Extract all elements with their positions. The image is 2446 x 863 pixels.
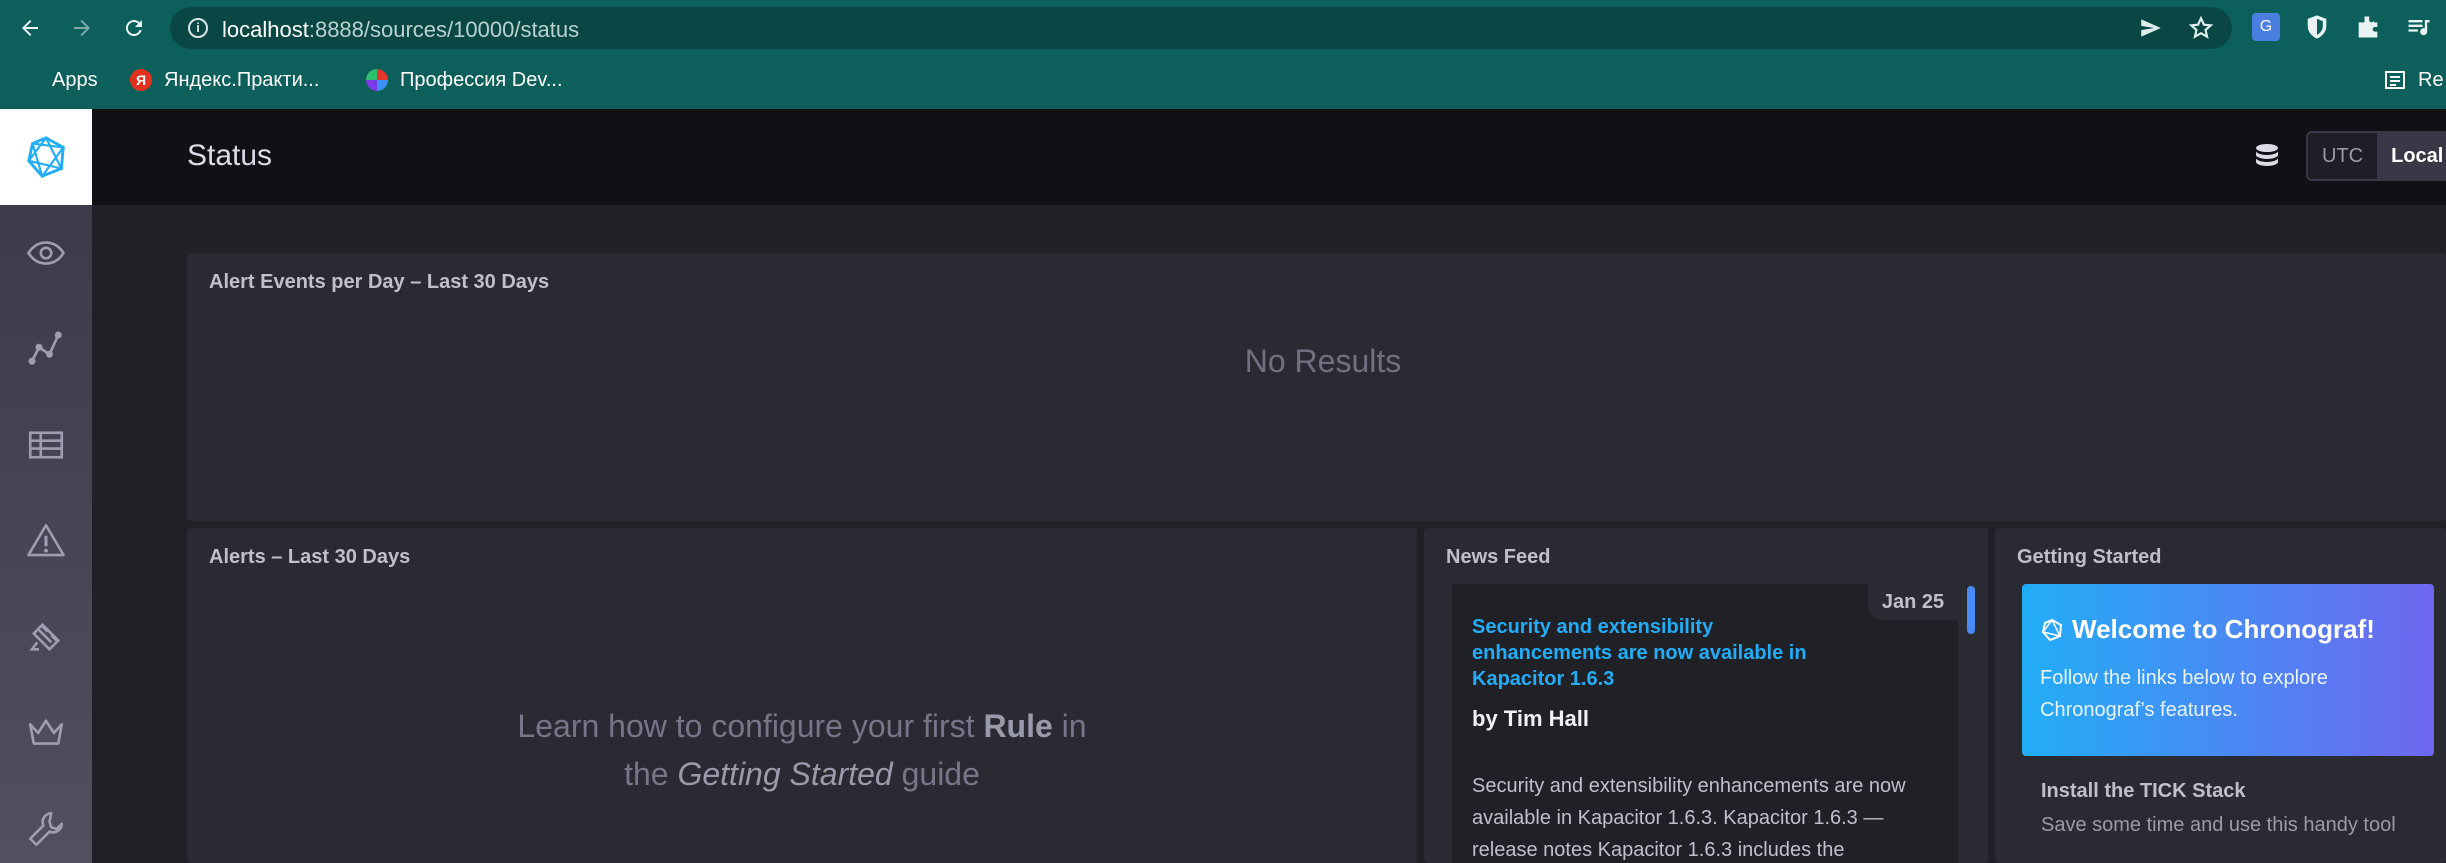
reading-list[interactable]: Re [2384, 66, 2444, 94]
address-bar[interactable]: i localhost:8888/sources/10000/status [170, 7, 2232, 49]
sidebar-item-alerting[interactable] [0, 493, 92, 589]
bookmark-label: Профессия Dev... [400, 68, 563, 91]
timezone-toggle: UTC Local [2306, 131, 2446, 181]
no-results-text: No Results [1244, 343, 1402, 379]
sidebar-item-host-list[interactable] [0, 205, 92, 301]
welcome-card: Welcome to Chronograf! Follow the links … [2022, 584, 2434, 756]
chronograf-logo-icon [26, 135, 66, 179]
welcome-title: Welcome to Chronograf! [2072, 614, 2375, 644]
profession-dev-icon [366, 69, 388, 91]
sidebar-item-configuration[interactable] [0, 781, 92, 863]
bookmark-professiya-dev[interactable]: Профессия Dev... [366, 66, 563, 94]
alerts-panel: Alerts – Last 30 Days Learn how to confi… [187, 528, 1417, 863]
news-item[interactable]: Jan 25 Security and extensibility enhanc… [1452, 584, 1958, 863]
alert-events-panel: Alert Events per Day – Last 30 Days No R… [187, 253, 2446, 521]
star-icon[interactable] [2188, 15, 2214, 41]
crown-icon [28, 719, 64, 745]
sidebar-item-log-viewer[interactable] [0, 589, 92, 685]
reading-list-label: Re [2418, 68, 2444, 91]
news-headline-link[interactable]: Security and extensibility enhancements … [1472, 614, 1852, 692]
database-icon[interactable] [2252, 142, 2282, 172]
arrow-right-icon [74, 20, 90, 36]
shield-extension-icon[interactable] [2303, 13, 2331, 41]
timezone-utc-button[interactable]: UTC [2308, 133, 2378, 179]
media-queue-icon[interactable] [2405, 13, 2433, 41]
arrow-left-icon [22, 20, 38, 36]
reload-icon [125, 20, 142, 37]
reading-list-icon [2384, 69, 2406, 91]
send-icon[interactable] [2138, 15, 2164, 41]
panel-title: Getting Started [2017, 546, 2162, 568]
bookmark-apps[interactable]: Apps [18, 66, 98, 94]
news-feed-panel: News Feed Jan 25 Security and extensibil… [1424, 528, 1988, 863]
news-body: Security and extensibility enhancements … [1472, 775, 1906, 861]
install-tick-stack-link[interactable]: Install the TICK Stack [2041, 780, 2246, 803]
graph-icon [28, 331, 62, 365]
back-button[interactable] [14, 12, 46, 44]
getting-started-panel: Getting Started Welcome to Chronograf! F… [1995, 528, 2446, 863]
timezone-local-button[interactable]: Local [2377, 133, 2446, 179]
alert-triangle-icon [27, 523, 65, 557]
reload-button[interactable] [118, 12, 150, 44]
welcome-text: Follow the links below to explore Chrono… [2040, 667, 2328, 721]
translate-extension-icon[interactable]: G [2252, 13, 2280, 41]
page-title: Status [187, 139, 273, 172]
alerts-empty-message: Learn how to configure your first Rule i… [517, 708, 1087, 792]
sidebar-item-data-explorer[interactable] [0, 301, 92, 397]
chronograf-logo[interactable] [0, 109, 92, 205]
bookmark-label: Apps [52, 68, 98, 91]
apps-grid-icon [18, 69, 40, 91]
getting-started-link[interactable]: Getting Started [677, 756, 892, 792]
yandex-icon: Я [130, 69, 152, 91]
install-tick-stack-text: Save some time and use this handy tool [2041, 814, 2396, 836]
news-date: Jan 25 [1868, 584, 1958, 620]
panel-title: News Feed [1446, 546, 1551, 568]
panel-title: Alert Events per Day – Last 30 Days [209, 271, 550, 293]
page-header: Status UTC Local [92, 109, 2446, 205]
info-icon[interactable]: i [188, 18, 208, 38]
rule-emphasis: Rule [983, 708, 1053, 744]
sidebar-item-admin[interactable] [0, 685, 92, 781]
panel-title: Alerts – Last 30 Days [209, 546, 411, 568]
eye-icon [26, 241, 66, 265]
news-feed-scrollbar[interactable] [1967, 586, 1975, 634]
forward-button[interactable] [66, 12, 98, 44]
puzzle-extension-icon[interactable] [2354, 13, 2382, 41]
browser-toolbar: i localhost:8888/sources/10000/status G [0, 0, 2446, 56]
url-text[interactable]: localhost:8888/sources/10000/status [222, 17, 579, 43]
kapacitor-icon [29, 622, 61, 652]
bookmark-yandex-praktikum[interactable]: Я Яндекс.Практи... [130, 66, 319, 94]
bookmark-label: Яндекс.Практи... [164, 68, 320, 91]
chronograf-logo-icon [2041, 618, 2063, 642]
dashboards-icon [28, 431, 64, 459]
browser-chrome: i localhost:8888/sources/10000/status G [0, 0, 2446, 109]
news-author: by Tim Hall [1472, 706, 1589, 731]
wrench-icon [28, 811, 64, 847]
sidebar [0, 109, 92, 863]
sidebar-item-dashboards[interactable] [0, 397, 92, 493]
bookmarks-bar: Apps Я Яндекс.Практи... Профессия Dev...… [0, 60, 2446, 100]
chronograf-app: Status UTC Local Alert Events per Day – … [0, 109, 2446, 863]
